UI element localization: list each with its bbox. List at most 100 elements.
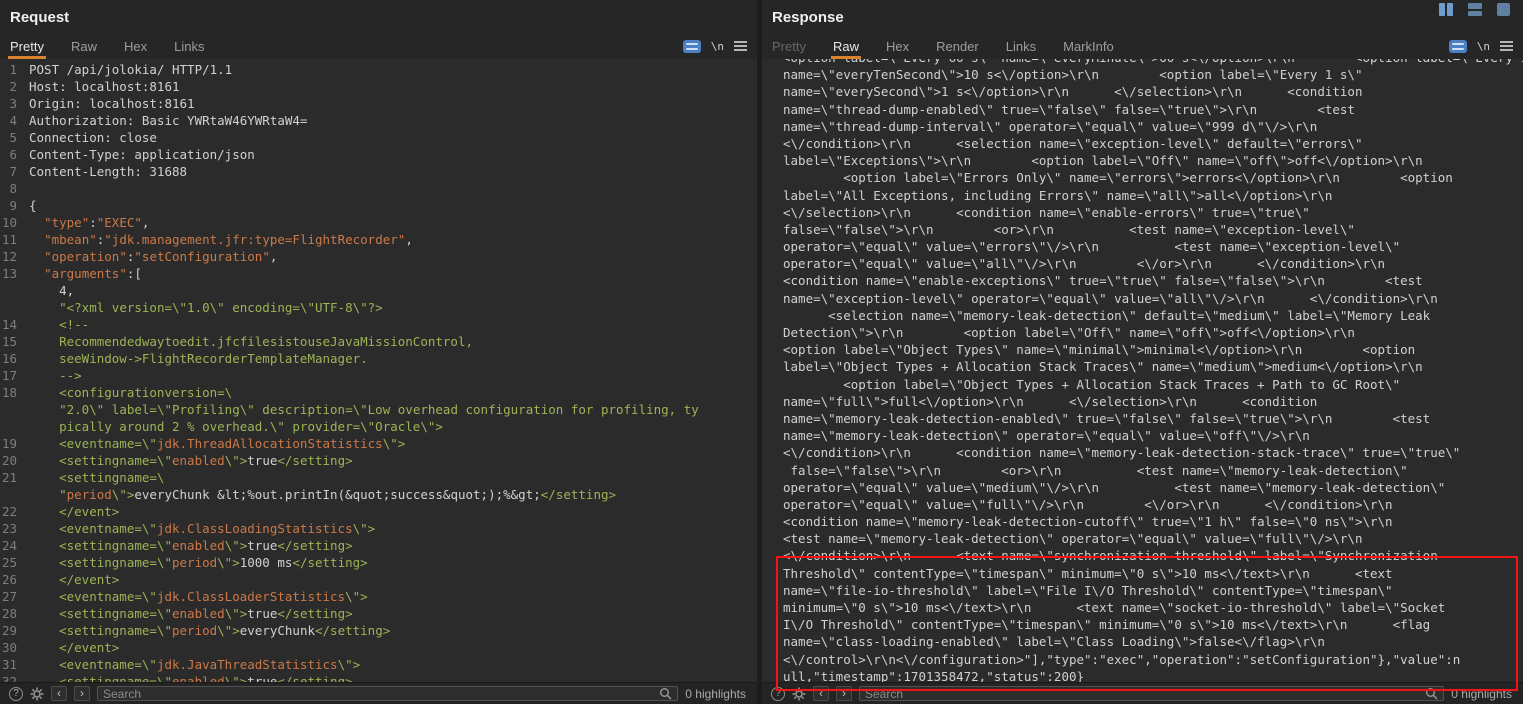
response-code-line: Detection\">\r\n <option label=\"Off\" n…	[783, 324, 1523, 341]
next-match-button[interactable]: ›	[836, 686, 852, 701]
response-code-line: name=\"thread-dump-interval\" operator=\…	[783, 118, 1523, 135]
tab-pretty[interactable]: Pretty	[772, 33, 806, 59]
help-icon[interactable]: ?	[9, 687, 23, 701]
request-code-line: 8	[0, 180, 757, 197]
request-code-line: 11 "mbean":"jdk.management.jfr:type=Flig…	[0, 231, 757, 248]
response-code-line: false=\"false\">\r\n <or>\r\n <test name…	[783, 462, 1523, 479]
response-code-line: <test name=\"memory-leak-detection\" ope…	[783, 530, 1523, 547]
response-tabs: Pretty Raw Hex Render Links MarkInfo	[772, 33, 1114, 59]
window-layout-controls	[1439, 3, 1510, 16]
response-code-line: false=\"false\">\r\n <or>\r\n <test name…	[783, 221, 1523, 238]
response-code-line: I\/O Threshold\" contentType=\"timespan\…	[783, 616, 1523, 633]
response-editor-tools: \n	[1449, 33, 1513, 59]
columns-layout-icon[interactable]	[1439, 3, 1453, 16]
request-editor-tools: \n	[683, 33, 747, 59]
request-search-bar: ? ‹ › 0 highlights	[0, 682, 757, 704]
request-code-line: 1POST /api/jolokia/ HTTP/1.1	[0, 61, 757, 78]
prev-match-button[interactable]: ‹	[813, 686, 829, 701]
search-icon	[1425, 687, 1438, 700]
request-code-line: pically around 2 % overhead.\" provider=…	[0, 418, 757, 435]
response-code-line: operator=\"equal\" value=\"medium\"\/>\r…	[783, 479, 1523, 496]
help-icon[interactable]: ?	[771, 687, 785, 701]
search-input[interactable]	[865, 687, 1421, 701]
response-code-line: operator=\"equal\" value=\"errors\"\/>\r…	[783, 238, 1523, 255]
response-editor[interactable]: <option label=\"Every 60 s\" name=\"ever…	[762, 59, 1523, 682]
tab-render[interactable]: Render	[936, 33, 979, 59]
response-code-line: name=\"memory-leak-detection\" operator=…	[783, 427, 1523, 444]
response-code-line: name=\"full\">full<\/option>\r\n <\/sele…	[783, 393, 1523, 410]
response-code-line: <option label=\"Object Types + Allocatio…	[783, 376, 1523, 393]
response-code-line: name=\"memory-leak-detection-enabled\" t…	[783, 410, 1523, 427]
response-code-line: label=\"All Exceptions, including Errors…	[783, 187, 1523, 204]
search-settings-gear-icon[interactable]	[792, 687, 806, 701]
response-code-line: name=\"class-loading-enabled\" label=\"C…	[783, 633, 1523, 650]
response-code-line: Threshold\" contentType=\"timespan\" min…	[783, 565, 1523, 582]
show-newlines-button[interactable]: \n	[711, 40, 724, 53]
request-code-line: 5Connection: close	[0, 129, 757, 146]
request-code-line: 26 </event>	[0, 571, 757, 588]
editor-menu-icon[interactable]	[1500, 41, 1513, 51]
tab-pretty[interactable]: Pretty	[10, 33, 44, 59]
rows-layout-icon[interactable]	[1468, 3, 1482, 16]
syntax-highlight-icon[interactable]	[683, 40, 701, 53]
response-code-line: operator=\"equal\" value=\"all\"\/>\r\n …	[783, 255, 1523, 272]
response-code-line: <option label=\"Every 60 s\" name=\"ever…	[783, 59, 1523, 66]
tab-hex[interactable]: Hex	[886, 33, 909, 59]
request-code-line: 17 -->	[0, 367, 757, 384]
request-code-line: 2Host: localhost:8161	[0, 78, 757, 95]
highlight-count: 0 highlights	[685, 687, 748, 701]
request-code-line: 22 </event>	[0, 503, 757, 520]
response-code-line: name=\"everySecond\">1 s<\/option>\r\n <…	[783, 83, 1523, 100]
response-code-line: label=\"Object Types + Allocation Stack …	[783, 358, 1523, 375]
show-newlines-button[interactable]: \n	[1477, 40, 1490, 53]
request-code-line: 14 <!--	[0, 316, 757, 333]
response-code-line: <selection name=\"memory-leak-detection\…	[783, 307, 1523, 324]
response-code-line: ull,"timestamp":1701358472,"status":200}	[783, 668, 1523, 682]
maximize-layout-icon[interactable]	[1497, 3, 1510, 16]
request-editor[interactable]: 1POST /api/jolokia/ HTTP/1.12Host: local…	[0, 59, 757, 682]
response-code-line: <condition name=\"enable-exceptions\" tr…	[783, 272, 1523, 289]
response-code-line: <\/selection>\r\n <condition name=\"enab…	[783, 204, 1523, 221]
response-code-line: name=\"thread-dump-enabled\" true=\"fals…	[783, 101, 1523, 118]
response-code-line: minimum=\"0 s\">10 ms<\/text>\r\n <text …	[783, 599, 1523, 616]
request-code-line: 4Authorization: Basic YWRtaW46YWRtaW4=	[0, 112, 757, 129]
request-code-line: 30 </event>	[0, 639, 757, 656]
request-code-line: 16 seeWindow->FlightRecorderTemplateMana…	[0, 350, 757, 367]
search-icon	[659, 687, 672, 700]
request-search-field	[97, 686, 678, 701]
prev-match-button[interactable]: ‹	[51, 686, 67, 701]
request-code-line: 24 <settingname=\"enabled\">true</settin…	[0, 537, 757, 554]
request-panel: Request PrettyRawHexLinks \n 1POST /api/…	[0, 0, 757, 704]
tab-links[interactable]: Links	[1006, 33, 1036, 59]
tab-raw[interactable]: Raw	[833, 33, 859, 59]
response-search-bar: ? ‹ › 0 highlights	[762, 682, 1523, 704]
tab-hex[interactable]: Hex	[124, 33, 147, 59]
response-code-line: <condition name=\"memory-leak-detection-…	[783, 513, 1523, 530]
editor-menu-icon[interactable]	[734, 41, 747, 51]
tab-links[interactable]: Links	[174, 33, 204, 59]
response-code-line: <option label=\"Errors Only\" name=\"err…	[783, 169, 1523, 186]
tab-markinfo[interactable]: MarkInfo	[1063, 33, 1114, 59]
request-code-line: "period\">everyChunk &lt;%out.printIn(&q…	[0, 486, 757, 503]
syntax-highlight-icon[interactable]	[1449, 40, 1467, 53]
response-code-line: name=\"file-io-threshold\" label=\"File …	[783, 582, 1523, 599]
response-tab-bar: Pretty Raw Hex Render Links MarkInfo \n	[762, 33, 1523, 59]
request-code-line: 31 <eventname=\"jdk.JavaThreadStatistics…	[0, 656, 757, 673]
response-code-line: <option label=\"Object Types\" name=\"mi…	[783, 341, 1523, 358]
request-code-line: 23 <eventname=\"jdk.ClassLoadingStatisti…	[0, 520, 757, 537]
response-code-line: <\/condition>\r\n <selection name=\"exce…	[783, 135, 1523, 152]
next-match-button[interactable]: ›	[74, 686, 90, 701]
request-code-line: 25 <settingname=\"period\">1000 ms</sett…	[0, 554, 757, 571]
search-input[interactable]	[103, 687, 655, 701]
request-code-line: 10 "type":"EXEC",	[0, 214, 757, 231]
request-code-line: 27 <eventname=\"jdk.ClassLoaderStatistic…	[0, 588, 757, 605]
response-code-line: <\/condition>\r\n <text name=\"synchroni…	[783, 547, 1523, 564]
search-settings-gear-icon[interactable]	[30, 687, 44, 701]
response-code-line: <\/condition>\r\n <condition name=\"memo…	[783, 444, 1523, 461]
request-code-line: 20 <settingname=\"enabled\">true</settin…	[0, 452, 757, 469]
tab-raw[interactable]: Raw	[71, 33, 97, 59]
response-code-line: label=\"Exceptions\">\r\n <option label=…	[783, 152, 1523, 169]
request-code-line: 3Origin: localhost:8161	[0, 95, 757, 112]
request-code-line: 28 <settingname=\"enabled\">true</settin…	[0, 605, 757, 622]
response-search-field	[859, 686, 1444, 701]
